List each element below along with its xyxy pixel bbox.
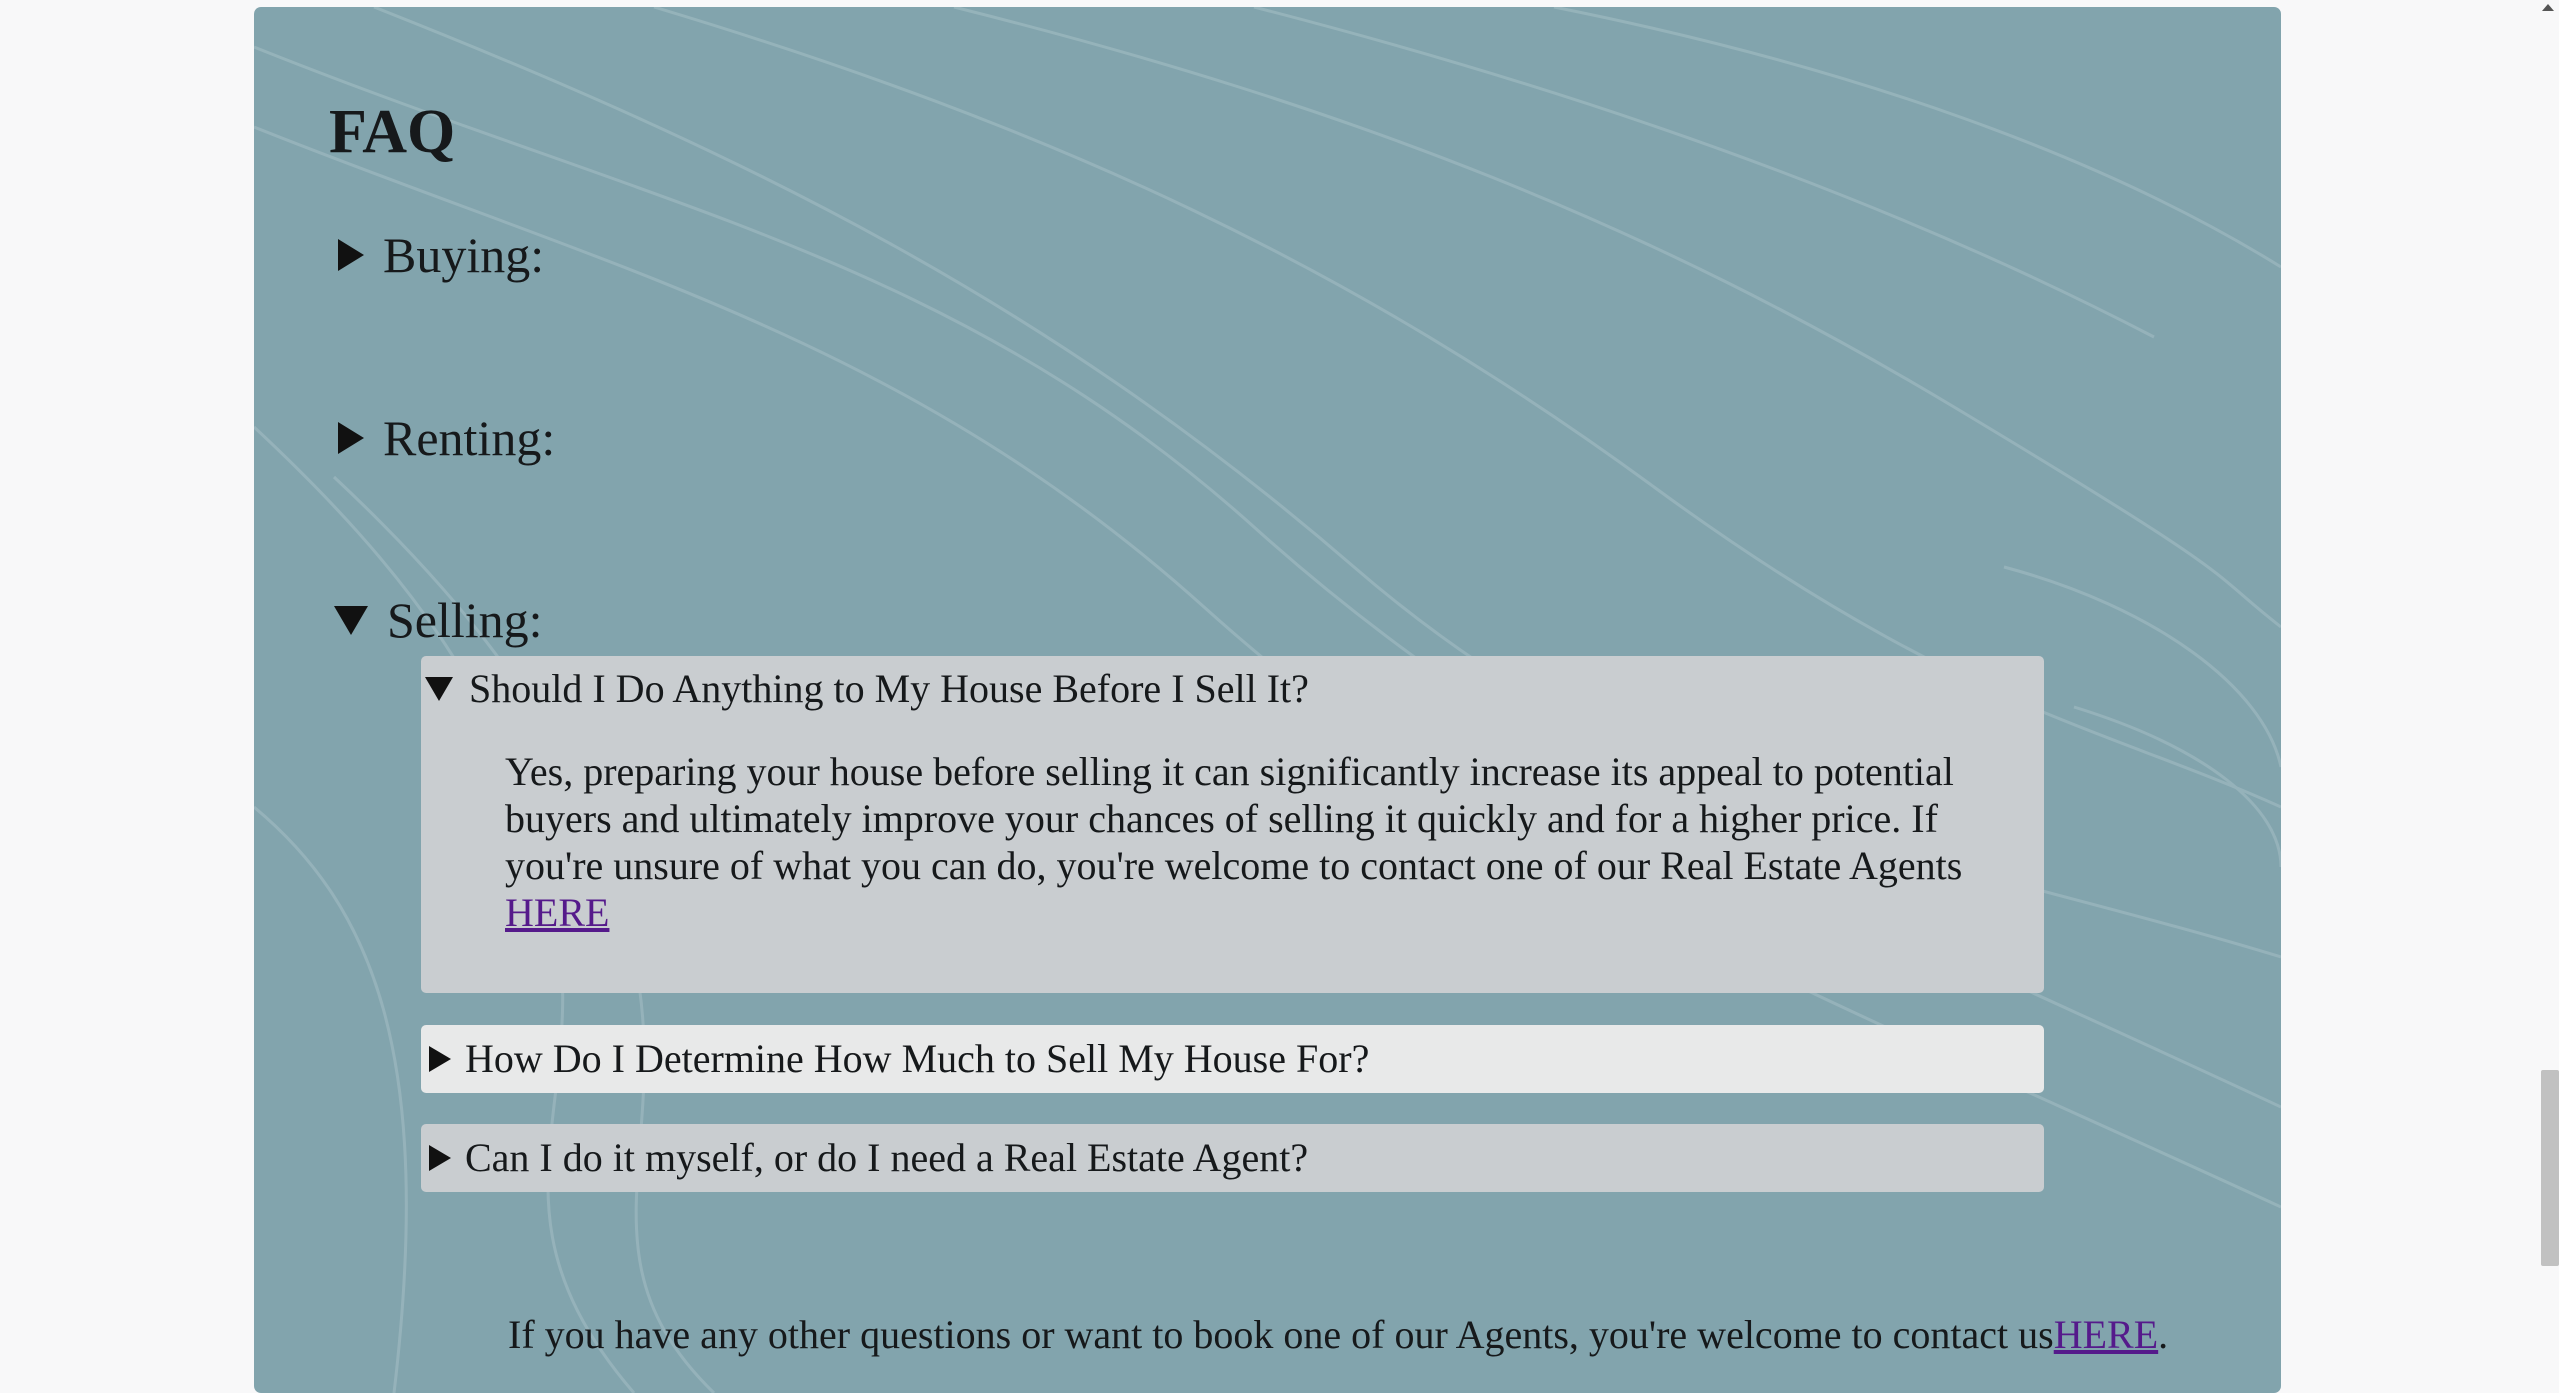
- contact-suffix: .: [2158, 1312, 2169, 1357]
- question-text: Can I do it myself, or do I need a Real …: [465, 1135, 1309, 1180]
- answer-text: Yes, preparing your house before selling…: [505, 748, 1965, 936]
- answer-body: Yes, preparing your house before selling…: [505, 749, 1963, 888]
- scrollbar-thumb[interactable]: [2541, 1070, 2559, 1266]
- question-text: How Do I Determine How Much to Sell My H…: [465, 1036, 1370, 1081]
- vertical-scrollbar[interactable]: [2537, 0, 2559, 1393]
- expanded-arrow-icon: [334, 605, 368, 635]
- category-buying[interactable]: Buying:: [334, 225, 544, 285]
- collapsed-arrow-icon: [429, 1046, 451, 1072]
- scroll-up-arrow-icon[interactable]: [2542, 4, 2554, 11]
- category-renting[interactable]: Renting:: [334, 408, 555, 468]
- contact-text: If you have any other questions or want …: [508, 1312, 2054, 1357]
- question-toggle[interactable]: How Do I Determine How Much to Sell My H…: [421, 1025, 2044, 1093]
- question-item-agent[interactable]: Can I do it myself, or do I need a Real …: [421, 1124, 2044, 1192]
- faq-panel: FAQ Buying: Renting: Selling: Should I D…: [254, 7, 2281, 1393]
- question-toggle[interactable]: Should I Do Anything to My House Before …: [421, 656, 2044, 722]
- contact-us-link[interactable]: HERE: [2054, 1312, 2158, 1357]
- collapsed-arrow-icon: [338, 239, 364, 271]
- question-item-prepare-house: Should I Do Anything to My House Before …: [421, 656, 2044, 993]
- contact-note: If you have any other questions or want …: [508, 1311, 2168, 1359]
- category-label: Buying:: [383, 227, 545, 283]
- category-label: Renting:: [383, 410, 556, 466]
- question-text: Should I Do Anything to My House Before …: [469, 666, 1309, 711]
- collapsed-arrow-icon: [338, 422, 364, 454]
- category-label: Selling:: [387, 592, 543, 648]
- category-selling[interactable]: Selling:: [334, 590, 543, 650]
- question-item-price[interactable]: How Do I Determine How Much to Sell My H…: [421, 1025, 2044, 1093]
- contact-agents-link[interactable]: HERE: [505, 890, 609, 935]
- collapsed-arrow-icon: [429, 1145, 451, 1171]
- question-toggle[interactable]: Can I do it myself, or do I need a Real …: [421, 1124, 2044, 1192]
- expanded-arrow-icon: [425, 677, 453, 701]
- faq-title: FAQ: [329, 98, 456, 166]
